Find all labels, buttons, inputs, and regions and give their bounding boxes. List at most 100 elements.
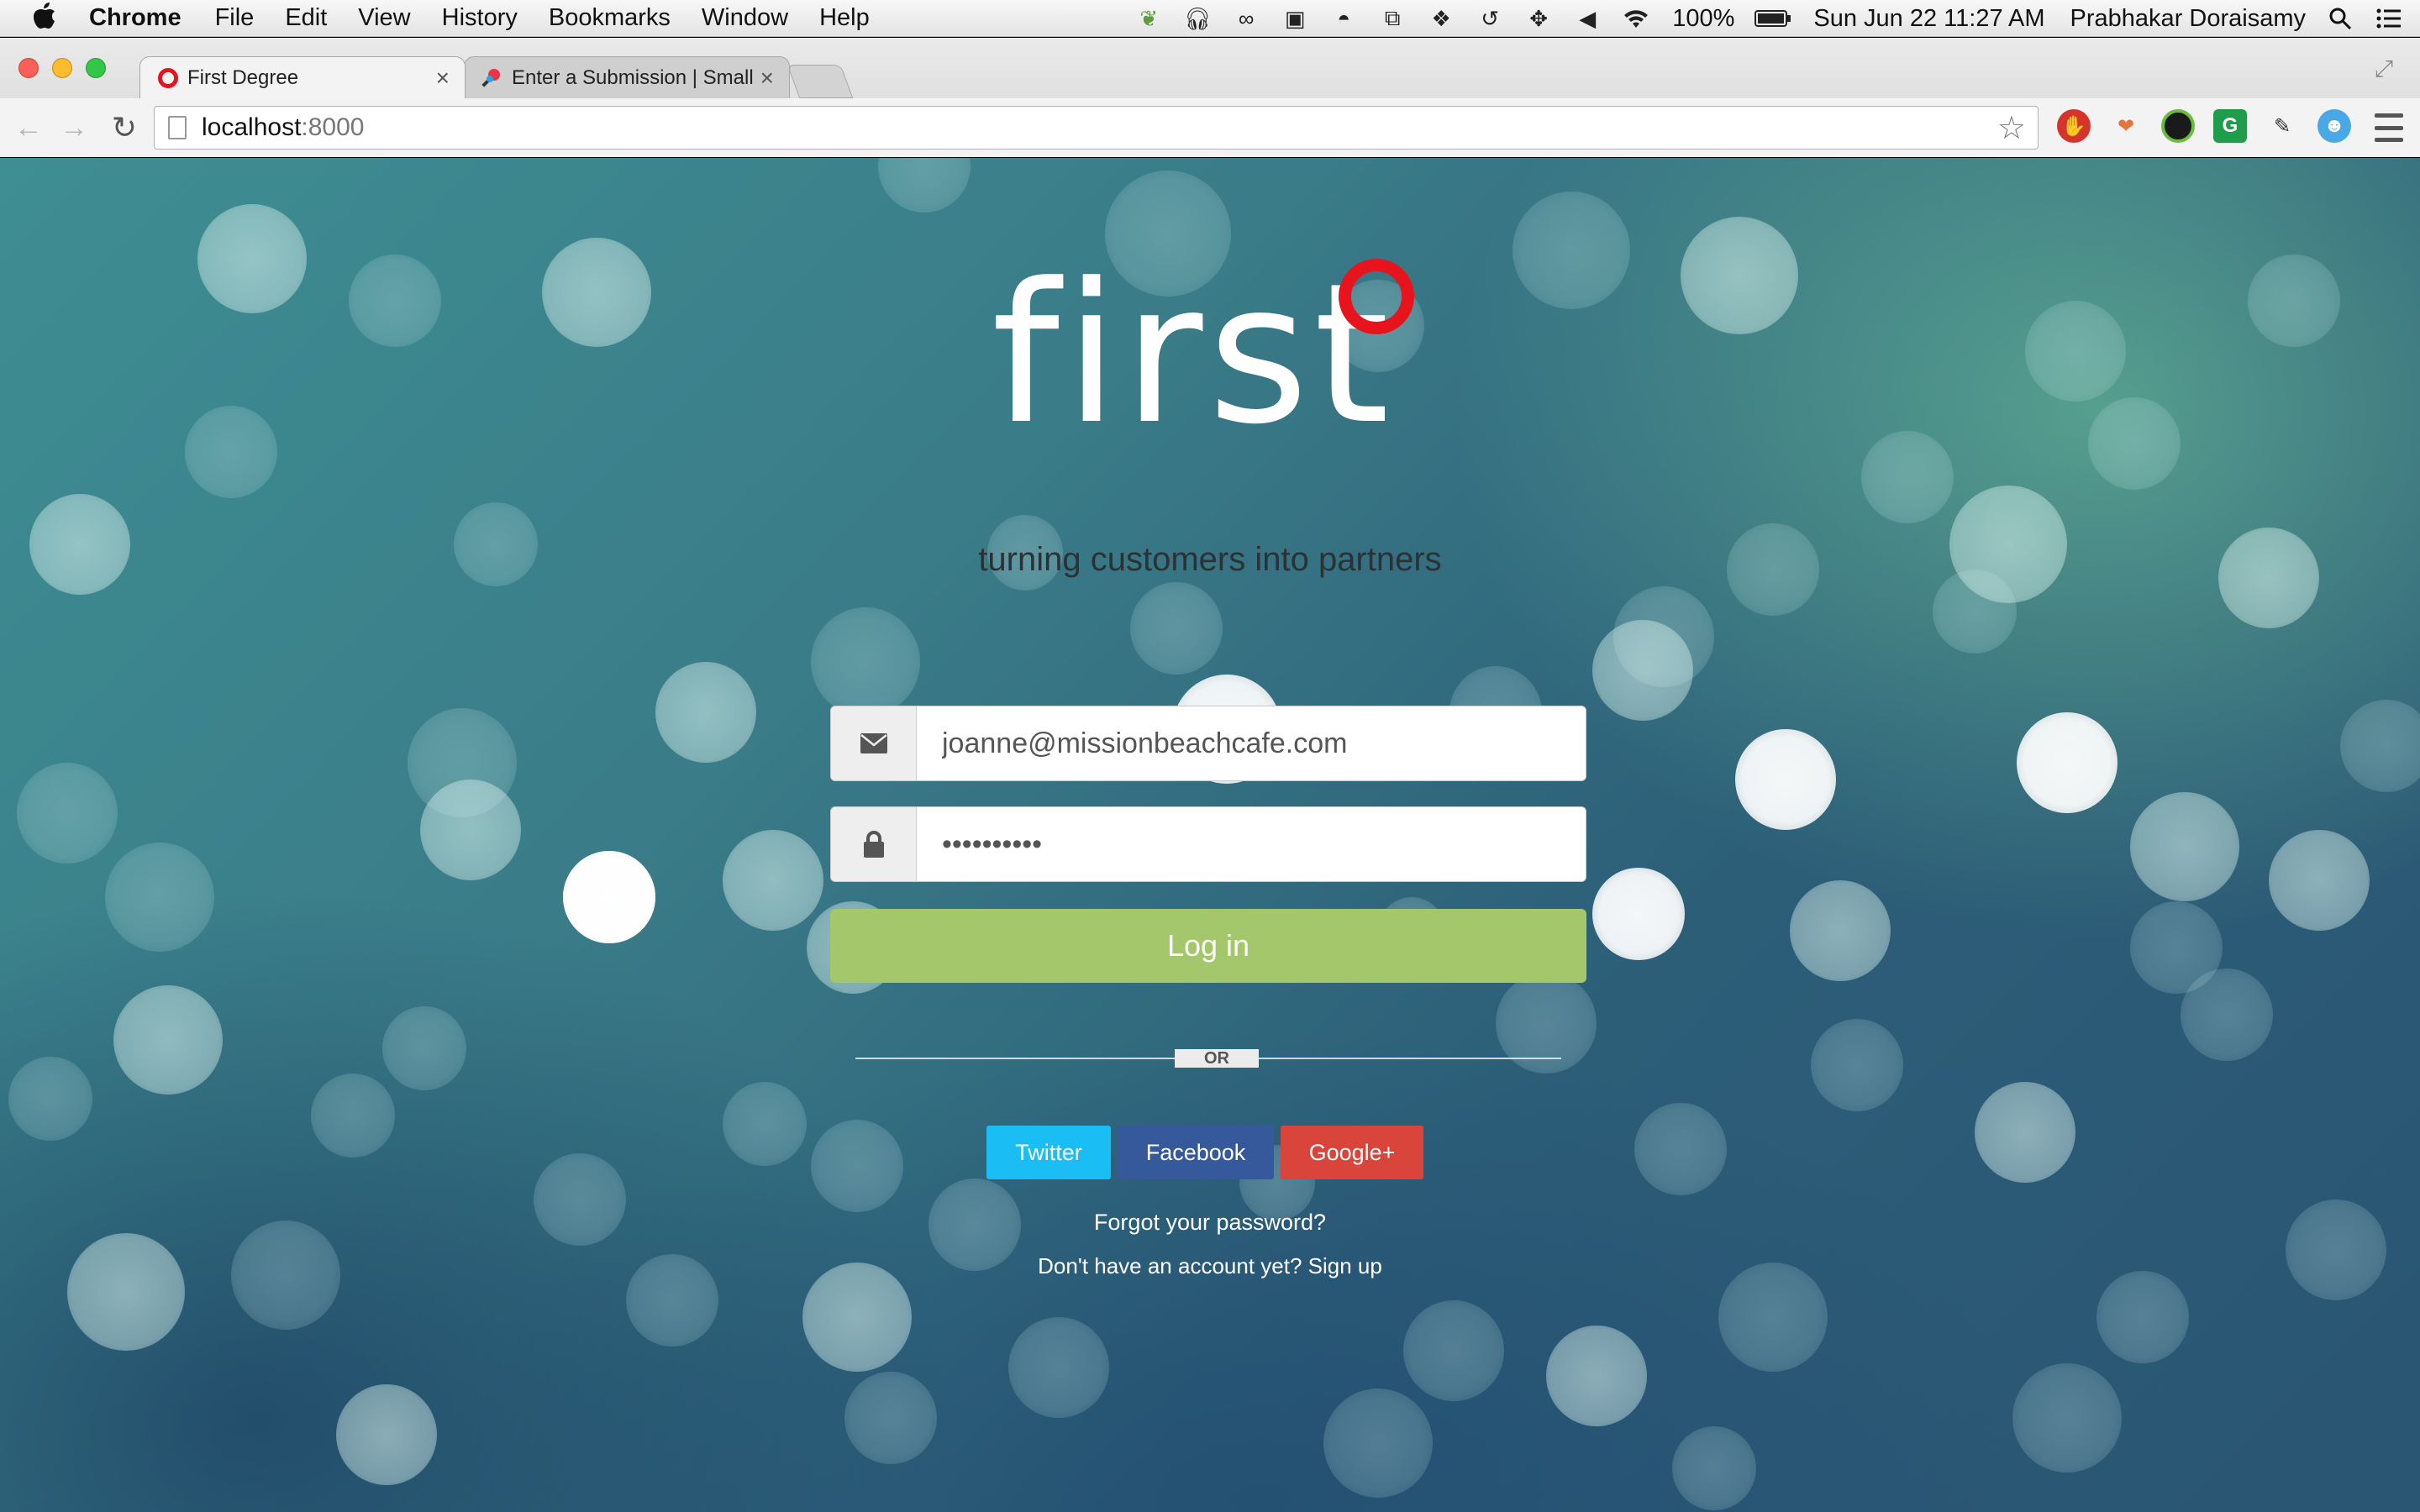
chrome-menu-icon[interactable] bbox=[2375, 113, 2403, 142]
network-icon[interactable]: ✥ bbox=[1524, 4, 1553, 33]
headphones-icon[interactable]: 🎧︎ bbox=[1183, 4, 1212, 33]
new-tab-button[interactable] bbox=[786, 65, 854, 98]
bokeh-circle bbox=[723, 1082, 807, 1166]
fullscreen-icon[interactable]: ⤢ bbox=[2370, 55, 2398, 83]
window-minimize-button[interactable] bbox=[52, 58, 72, 78]
window-icon[interactable]: ⧉ bbox=[1378, 4, 1407, 33]
facebook-login-button[interactable]: Facebook bbox=[1118, 1126, 1274, 1179]
bokeh-circle bbox=[1672, 1426, 1756, 1510]
volume-icon[interactable]: ◀ bbox=[1573, 4, 1602, 33]
bokeh-circle bbox=[1790, 880, 1891, 981]
browser-toolbar: ← → ↻ localhost :8000 ☆ ✋ ❤ G ✎ ☻ bbox=[0, 98, 2420, 157]
bokeh-circle bbox=[1130, 582, 1223, 675]
logo-wordmark: first bbox=[992, 243, 1395, 467]
menu-edit[interactable]: Edit bbox=[285, 4, 327, 32]
grammarly-icon[interactable]: G bbox=[2213, 109, 2247, 143]
evernote-icon[interactable]: ❦ bbox=[1134, 4, 1163, 33]
bokeh-circle bbox=[542, 238, 651, 347]
bokeh-circle bbox=[2248, 255, 2340, 347]
page-icon bbox=[168, 116, 187, 139]
extensions-row: ✋ ❤ G ✎ ☻ bbox=[2057, 109, 2370, 143]
page-viewport: first turning customers into partners Lo… bbox=[0, 158, 2420, 1512]
bokeh-circle bbox=[1975, 1082, 2075, 1183]
bokeh-circle bbox=[2130, 901, 2223, 994]
extension-circle-icon[interactable] bbox=[2161, 109, 2195, 143]
glasses-icon[interactable]: ∞ bbox=[1232, 4, 1260, 33]
bokeh-circle bbox=[2088, 397, 2181, 490]
bokeh-circle bbox=[1403, 1300, 1504, 1401]
hat-icon[interactable]: ◓ bbox=[1329, 4, 1358, 33]
bokeh-circle bbox=[2012, 1363, 2122, 1473]
bokeh-circle bbox=[844, 1372, 937, 1464]
window-zoom-button[interactable] bbox=[86, 58, 106, 78]
menu-view[interactable]: View bbox=[358, 4, 410, 32]
menu-file[interactable]: File bbox=[215, 4, 255, 32]
first-degree-favicon-icon bbox=[157, 67, 179, 89]
bokeh-circle bbox=[8, 1057, 92, 1141]
ghostery-icon[interactable]: ☻ bbox=[2317, 109, 2351, 143]
tab-title: Enter a Submission | Small bbox=[512, 66, 754, 89]
bokeh-circle bbox=[2269, 830, 2370, 931]
bokeh-circle bbox=[1008, 1317, 1109, 1418]
tab-close-icon[interactable]: × bbox=[436, 65, 450, 92]
bokeh-circle bbox=[878, 158, 971, 213]
google-login-button[interactable]: Google+ bbox=[1281, 1126, 1423, 1179]
mac-menubar: Chrome File Edit View History Bookmarks … bbox=[0, 0, 2420, 37]
bokeh-circle bbox=[811, 1120, 903, 1212]
url-host: localhost bbox=[202, 113, 302, 141]
menu-history[interactable]: History bbox=[442, 4, 518, 32]
tab-close-icon[interactable]: × bbox=[760, 65, 774, 92]
menu-bookmarks[interactable]: Bookmarks bbox=[549, 4, 671, 32]
pocket-icon[interactable]: ❤ bbox=[2109, 109, 2143, 143]
forward-arrow-icon[interactable]: → bbox=[57, 111, 91, 144]
twitter-login-button[interactable]: Twitter bbox=[986, 1126, 1111, 1179]
email-field-group bbox=[830, 706, 1586, 781]
browser-chrome: First Degree × Enter a Submission | Smal… bbox=[0, 38, 2420, 157]
envelope-icon bbox=[831, 706, 917, 780]
wifi-icon[interactable] bbox=[1622, 4, 1650, 33]
bokeh-circle bbox=[105, 843, 214, 952]
bokeh-circle bbox=[563, 851, 655, 943]
bokeh-circle bbox=[1634, 1103, 1727, 1195]
time-machine-icon[interactable]: ↺ bbox=[1476, 4, 1504, 33]
back-arrow-icon[interactable]: ← bbox=[12, 111, 45, 144]
spotlight-search-icon[interactable] bbox=[2326, 4, 2354, 33]
bokeh-circle bbox=[67, 1233, 185, 1351]
url-port: :8000 bbox=[301, 113, 365, 141]
eyedropper-icon[interactable]: ✎ bbox=[2265, 109, 2299, 143]
bokeh-circle bbox=[1681, 217, 1798, 334]
bokeh-circle bbox=[408, 708, 517, 817]
battery-icon[interactable] bbox=[1754, 4, 1791, 33]
password-field[interactable] bbox=[917, 807, 1586, 881]
reload-icon[interactable]: ↻ bbox=[108, 110, 141, 144]
clipboard-icon[interactable]: ▣ bbox=[1281, 4, 1309, 33]
window-close-button[interactable] bbox=[18, 58, 39, 78]
adblock-icon[interactable]: ✋ bbox=[2057, 109, 2091, 143]
menubar-user[interactable]: Prabhakar Doraisamy bbox=[2070, 5, 2306, 33]
menubar-clock[interactable]: Sun Jun 22 11:27 AM bbox=[1813, 5, 2044, 33]
bokeh-circle bbox=[311, 1074, 395, 1158]
bookmark-star-icon[interactable]: ☆ bbox=[1997, 109, 2026, 147]
menu-app-chrome[interactable]: Chrome bbox=[89, 4, 182, 32]
window-controls bbox=[18, 58, 119, 78]
signup-link[interactable]: Don't have an account yet? Sign up bbox=[0, 1253, 2420, 1279]
menu-window[interactable]: Window bbox=[702, 4, 788, 32]
dropbox-icon[interactable]: ❖ bbox=[1427, 4, 1455, 33]
notification-center-icon[interactable] bbox=[2375, 4, 2403, 33]
login-button[interactable]: Log in bbox=[830, 909, 1586, 983]
bokeh-circle bbox=[17, 763, 118, 864]
bokeh-circle bbox=[811, 607, 920, 717]
forgot-password-link[interactable]: Forgot your password? bbox=[0, 1210, 2420, 1236]
address-bar[interactable]: localhost :8000 ☆ bbox=[154, 106, 2039, 150]
bokeh-circle bbox=[2025, 301, 2126, 402]
bokeh-circle bbox=[2340, 700, 2420, 792]
email-field[interactable] bbox=[917, 706, 1586, 780]
pushpin-favicon-icon bbox=[481, 67, 503, 89]
apple-menu-icon[interactable] bbox=[32, 1, 66, 36]
tab-enter-submission[interactable]: Enter a Submission | Small × bbox=[464, 56, 790, 98]
tab-first-degree[interactable]: First Degree × bbox=[139, 56, 466, 98]
first-degree-logo: first bbox=[992, 259, 1428, 452]
social-login-row: Twitter Facebook Google+ bbox=[986, 1126, 1430, 1179]
menu-help[interactable]: Help bbox=[819, 4, 870, 32]
bokeh-circle bbox=[1861, 431, 1954, 523]
